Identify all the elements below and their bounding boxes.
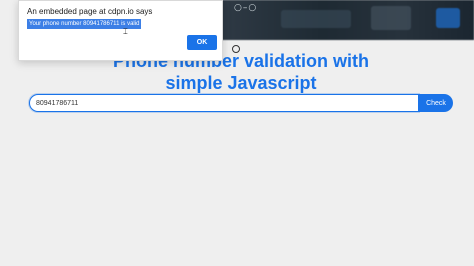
page-title-line-2: simple Javascript: [165, 73, 317, 93]
text-cursor-icon: ⌶: [123, 27, 128, 36]
mouse-cursor-icon: [232, 45, 240, 53]
background-video-strip: [221, 0, 474, 40]
phone-form: Check: [29, 94, 453, 112]
video-blur-region: [281, 10, 351, 28]
video-blur-region: [371, 6, 411, 30]
phone-input[interactable]: [29, 94, 419, 112]
alert-dialog: An embedded page at cdpn.io says Your ph…: [18, 0, 223, 61]
video-controls[interactable]: ○–○: [234, 3, 257, 13]
ok-button[interactable]: OK: [187, 35, 217, 50]
check-button[interactable]: Check: [419, 94, 453, 112]
alert-title: An embedded page at cdpn.io says: [27, 7, 153, 16]
video-blur-region: [436, 8, 460, 28]
